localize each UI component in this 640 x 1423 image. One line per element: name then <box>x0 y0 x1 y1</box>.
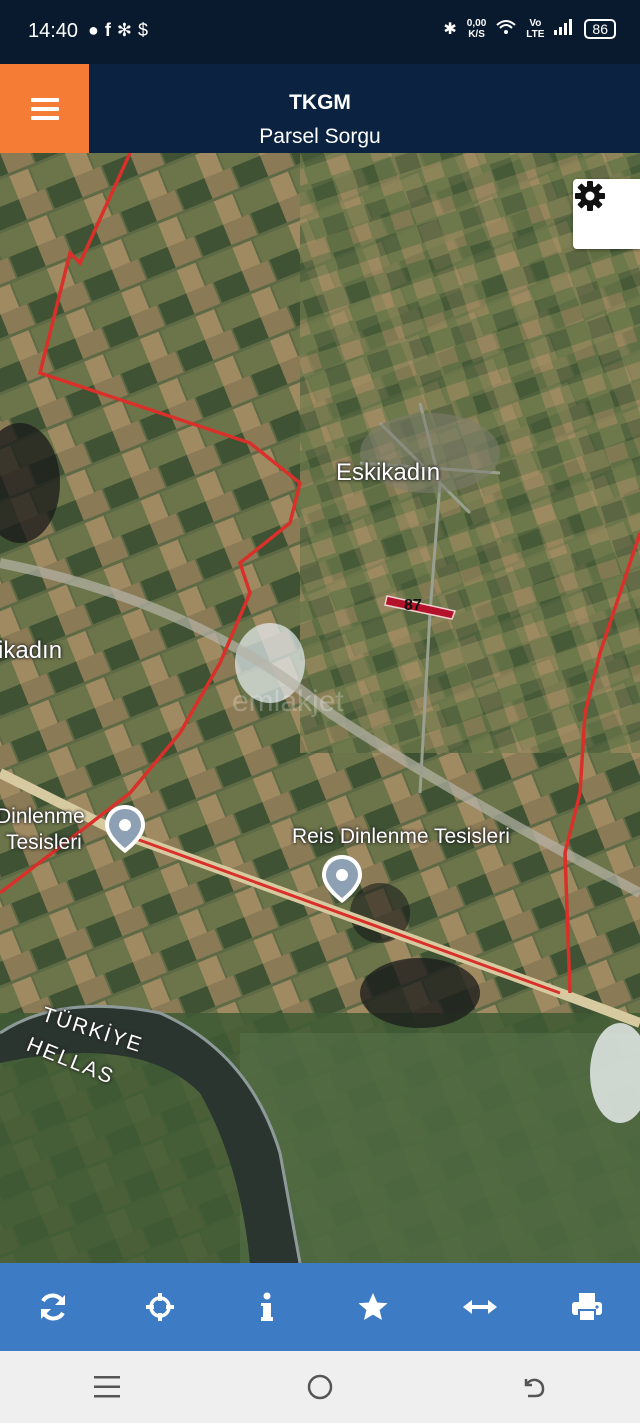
pinwheel-icon: ✻ <box>116 20 138 40</box>
locate-button[interactable] <box>130 1277 190 1337</box>
app-subtitle: Parsel Sorgu <box>259 125 381 148</box>
gear-icon <box>575 181 605 211</box>
recents-button[interactable] <box>67 1362 147 1412</box>
status-bar: 14:40 ●f✻$ ✱ 0,00 K/S Vo LTE 86 <box>0 0 640 64</box>
system-nav-bar <box>0 1351 640 1423</box>
recents-icon <box>93 1376 120 1398</box>
info-button[interactable] <box>237 1277 297 1337</box>
circle-notification-icon: ● <box>88 20 105 40</box>
home-button[interactable] <box>280 1362 360 1412</box>
parcel-number-label[interactable]: 87 <box>404 597 422 615</box>
signal-icon <box>554 18 574 40</box>
app-header: TKGM Parsel Sorgu <box>0 64 640 153</box>
watermark-text: emlakjet <box>232 685 344 718</box>
print-button[interactable] <box>557 1277 617 1337</box>
home-icon <box>307 1374 333 1400</box>
status-right-icons: ✱ 0,00 K/S Vo LTE 86 <box>443 18 616 40</box>
facebook-icon: f <box>104 20 117 40</box>
dollar-icon: $ <box>137 20 154 40</box>
bluetooth-icon: ✱ <box>443 21 457 38</box>
settings-button[interactable] <box>573 179 640 249</box>
back-icon <box>525 1378 545 1398</box>
crosshair-icon <box>145 1293 174 1321</box>
wifi-icon <box>496 19 516 40</box>
map-label-poi-main: Reis Dinlenme Tesisleri <box>292 825 510 848</box>
arrows-horizontal-icon <box>462 1300 497 1314</box>
map-label-poi-left-1: Dinlenme <box>0 805 85 828</box>
map-label-poi-left-2: Tesisleri <box>6 831 82 854</box>
map-label-village: Eskikadın <box>336 459 441 486</box>
refresh-icon <box>41 1293 66 1321</box>
status-time: 14:40 <box>28 20 79 42</box>
volte-indicator: Vo LTE <box>526 18 545 40</box>
measure-button[interactable] <box>450 1277 510 1337</box>
app-title: TKGM <box>289 91 351 114</box>
status-notification-icons: ●f✻$ <box>88 20 154 41</box>
back-button[interactable] <box>493 1362 573 1412</box>
bottom-toolbar <box>0 1263 640 1351</box>
page-title: TKGM Parsel Sorgu <box>0 86 640 154</box>
battery-indicator: 86 <box>584 19 616 39</box>
star-icon <box>358 1293 388 1320</box>
map-view[interactable]: Eskikadın ikadın Dinlenme Tesisleri Reis… <box>0 153 640 1263</box>
net-speed: 0,00 K/S <box>466 18 487 40</box>
map-label-village-partial: ikadın <box>0 637 63 664</box>
favorite-button[interactable] <box>343 1277 403 1337</box>
printer-icon <box>571 1293 602 1322</box>
info-icon <box>260 1292 273 1321</box>
refresh-button[interactable] <box>23 1277 83 1337</box>
